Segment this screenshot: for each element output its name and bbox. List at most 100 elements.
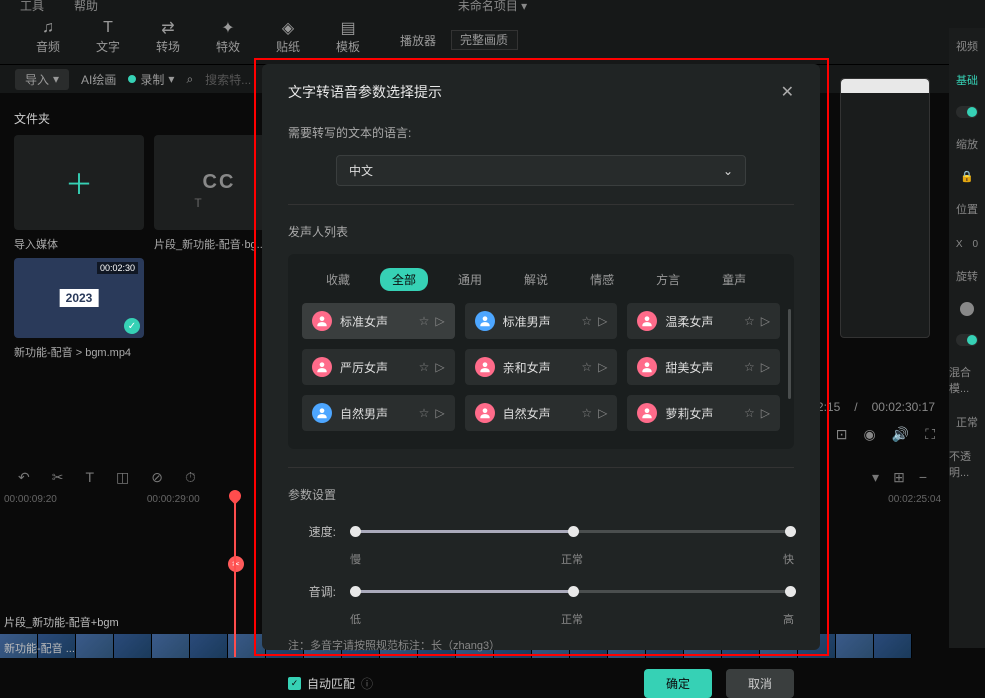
voice-tab-4[interactable]: 情感 [578,268,626,291]
menu-tools[interactable]: 工具 [20,0,44,14]
star-icon[interactable]: ☆ [581,314,592,328]
voice-tab-2[interactable]: 通用 [446,268,494,291]
text-tool-icon[interactable]: T [85,469,94,485]
play-icon[interactable]: ▷ [598,360,607,374]
blend-value[interactable]: 正常 [956,414,978,430]
track-label-1: 片段_新功能-配音+bgm [4,614,119,630]
camera-icon[interactable]: ◉ [864,426,876,443]
ruler-tick: 00:00:29:00 [147,494,200,510]
expand-icon[interactable]: ⛶ [925,426,935,443]
voice-tab-6[interactable]: 童声 [710,268,758,291]
voice-card[interactable]: 甜美女声 ☆ ▷ [627,349,780,385]
minus-icon[interactable]: − [919,469,927,486]
voice-card[interactable]: 自然男声☆▷ [302,395,455,431]
voice-card[interactable]: 标准女声☆▷ [302,303,455,339]
speed-icon[interactable]: ⊘ [151,469,163,486]
star-icon[interactable]: ☆ [744,314,755,328]
play-icon[interactable]: ▷ [435,360,444,374]
ruler-tick: 00:02:25:04 [888,494,941,510]
undo-icon[interactable]: ↶ [18,469,30,486]
avatar-icon [312,311,332,331]
voice-name: 萝莉女声 [665,405,736,422]
scrollbar[interactable] [788,309,791,399]
play-icon[interactable]: ▷ [435,314,444,328]
play-icon[interactable]: ▷ [598,406,607,420]
ai-draw-button[interactable]: AI绘画 [81,71,116,88]
blend-label: 混合模... [949,364,985,396]
avatar-icon [312,357,332,377]
rotate-knob[interactable] [960,302,974,316]
star-icon[interactable]: ☆ [744,406,755,420]
toggle-2[interactable] [956,334,978,346]
ok-button[interactable]: 确定 [644,669,712,698]
tab-sticker[interactable]: ◈贴纸 [258,18,318,55]
star-icon[interactable]: ☆ [419,406,430,420]
check-icon: ✓ [124,318,140,334]
chevron-down-icon[interactable]: ▾ [872,469,879,486]
voice-name: 标准男声 [503,313,574,330]
voice-card[interactable]: 自然女声☆▷ [465,395,618,431]
scissors-icon[interactable]: ✂ [52,469,64,486]
play-icon[interactable]: ▷ [761,360,770,374]
search-placeholder[interactable]: 搜索特... [205,71,251,88]
play-icon[interactable]: ▷ [761,314,770,328]
timer-icon[interactable]: ⏱ [185,469,196,486]
import-dropdown[interactable]: 导入▾ [15,69,69,90]
pronunciation-note: 注：多音字请按照规范标注：长（zhang3） [288,637,794,653]
voice-name: 甜美女声 [665,359,736,376]
speed-slider[interactable] [350,517,794,545]
menu-help[interactable]: 帮助 [74,0,98,14]
voice-card[interactable]: 亲和女声☆▷ [465,349,618,385]
voice-card[interactable]: 标准男声 ☆ ▷ [465,303,618,339]
volume-icon[interactable]: 🔊 [892,426,909,443]
voice-tab-0[interactable]: 收藏 [314,268,362,291]
crop-icon[interactable]: ◫ [116,469,129,486]
star-icon[interactable]: ☆ [581,360,592,374]
voice-tab-3[interactable]: 解说 [512,268,560,291]
basic-tab[interactable]: 基础 [956,72,978,88]
tab-effect[interactable]: ✦特效 [198,18,258,55]
cut-marker-icon[interactable]: ✂ [228,556,244,572]
quality-select[interactable]: 完整画质 [451,30,518,50]
play-icon[interactable]: ▷ [435,406,444,420]
pitch-slider[interactable] [350,577,794,605]
video-tab[interactable]: 视频 [956,38,978,54]
voice-card[interactable]: 严厉女声☆▷ [302,349,455,385]
clip-thumbnail[interactable]: 00:02:30 2023 ✓ [14,258,144,338]
voice-card[interactable]: 温柔女声☆▷ [627,303,780,339]
star-icon[interactable]: ☆ [419,314,430,328]
close-icon[interactable]: ✕ [781,82,794,102]
toggle-1[interactable] [956,106,978,118]
star-icon[interactable]: ☆ [581,406,592,420]
zoom-label: 缩放 [956,136,978,152]
playhead[interactable] [234,492,236,657]
star-icon[interactable]: ☆ [744,360,755,374]
avatar-icon [637,357,657,377]
help-icon[interactable]: ⓘ [361,675,373,692]
cancel-button[interactable]: 取消 [726,669,794,698]
import-media-card[interactable]: ＋ [14,135,144,230]
star-icon[interactable]: ☆ [419,360,430,374]
display-icon[interactable]: ⊡ [836,426,848,443]
preview-window [840,78,930,338]
tab-audio[interactable]: ♫音频 [18,18,78,55]
search-icon[interactable]: ⌕ [186,72,193,87]
record-dropdown[interactable]: 录制▾ [128,71,174,88]
play-icon[interactable]: ▷ [761,406,770,420]
play-icon[interactable]: ▷ [598,314,607,328]
import-label: 导入媒体 [14,236,144,252]
voice-tab-5[interactable]: 方言 [644,268,692,291]
language-select[interactable]: 中文 ⌄ [336,155,746,186]
tab-template[interactable]: ▤模板 [318,18,378,55]
voice-card[interactable]: 萝莉女声 ☆ ▷ [627,395,780,431]
voice-tab-1[interactable]: 全部 [380,268,428,291]
auto-match-checkbox[interactable]: ✓ 自动匹配 ⓘ [288,675,373,692]
media-toolbar: ⊡ ◉ 🔊 ⛶ [836,426,935,443]
lock-icon[interactable]: 🔒 [960,170,974,183]
project-name[interactable]: 未命名项目 ▾ [458,0,527,14]
plus-icon: ＋ [65,163,93,203]
tab-text[interactable]: T文字 [78,18,138,55]
tab-transition[interactable]: ⇄转场 [138,18,198,55]
grid-icon[interactable]: ⊞ [893,469,905,486]
tab-effect-label: 特效 [216,38,240,55]
